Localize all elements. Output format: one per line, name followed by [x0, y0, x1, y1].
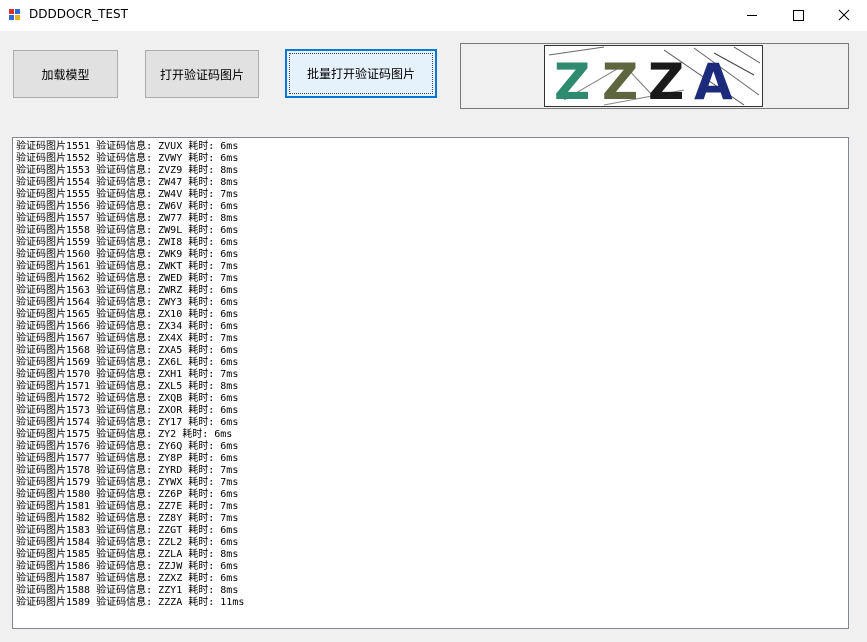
log-line: 验证码图片1570 验证码信息: ZXH1 耗时: 7ms [16, 369, 239, 380]
minimize-icon [747, 15, 757, 16]
log-line: 验证码图片1554 验证码信息: ZW47 耗时: 8ms [16, 177, 239, 188]
captcha-image: ZZZA [544, 45, 763, 107]
log-line: 验证码图片1569 验证码信息: ZX6L 耗时: 6ms [16, 357, 239, 368]
close-button[interactable] [821, 0, 867, 31]
app-window-icon[interactable] [9, 9, 21, 21]
log-lines: 验证码图片1551 验证码信息: ZVUX 耗时: 6ms 验证码图片1552 验… [14, 141, 244, 609]
captcha-char: Z [648, 53, 684, 107]
log-line: 验证码图片1589 验证码信息: ZZZA 耗时: 11ms [16, 597, 245, 608]
log-line: 验证码图片1578 验证码信息: ZYRD 耗时: 7ms [16, 465, 239, 476]
log-line: 验证码图片1574 验证码信息: ZY17 耗时: 6ms [16, 417, 239, 428]
log-line: 验证码图片1581 验证码信息: ZZ7E 耗时: 7ms [16, 501, 239, 512]
log-line: 验证码图片1566 验证码信息: ZX34 耗时: 6ms [16, 321, 239, 332]
log-line: 验证码图片1584 验证码信息: ZZL2 耗时: 6ms [16, 537, 239, 548]
captcha-char: Z [602, 53, 638, 107]
log-line: 验证码图片1575 验证码信息: ZY2 耗时: 6ms [16, 429, 233, 440]
log-line: 验证码图片1553 验证码信息: ZVZ9 耗时: 8ms [16, 165, 239, 176]
log-line: 验证码图片1568 验证码信息: ZXA5 耗时: 6ms [16, 345, 239, 356]
log-line: 验证码图片1567 验证码信息: ZX4X 耗时: 7ms [16, 333, 239, 344]
log-line: 验证码图片1558 验证码信息: ZW9L 耗时: 6ms [16, 225, 239, 236]
log-line: 验证码图片1576 验证码信息: ZY6Q 耗时: 6ms [16, 441, 239, 452]
log-line: 验证码图片1573 验证码信息: ZXOR 耗时: 6ms [16, 405, 239, 416]
log-line: 验证码图片1565 验证码信息: ZX10 耗时: 6ms [16, 309, 239, 320]
log-line: 验证码图片1585 验证码信息: ZZLA 耗时: 8ms [16, 549, 239, 560]
log-line: 验证码图片1577 验证码信息: ZY8P 耗时: 6ms [16, 453, 239, 464]
log-line: 验证码图片1583 验证码信息: ZZGT 耗时: 6ms [16, 525, 239, 536]
maximize-button[interactable] [775, 0, 821, 31]
log-line: 验证码图片1579 验证码信息: ZYWX 耗时: 7ms [16, 477, 239, 488]
title-bar: DDDDOCR_TEST [0, 0, 867, 31]
captcha-char: Z [554, 53, 590, 107]
log-line: 验证码图片1587 验证码信息: ZZXZ 耗时: 6ms [16, 573, 239, 584]
log-line: 验证码图片1564 验证码信息: ZWY3 耗时: 6ms [16, 297, 239, 308]
maximize-icon [793, 10, 804, 21]
load-model-button[interactable]: 加载模型 [13, 50, 118, 98]
captcha-char: A [694, 53, 733, 107]
log-line: 验证码图片1580 验证码信息: ZZ6P 耗时: 6ms [16, 489, 239, 500]
log-line: 验证码图片1582 验证码信息: ZZ8Y 耗时: 7ms [16, 513, 239, 524]
log-line: 验证码图片1561 验证码信息: ZWKT 耗时: 7ms [16, 261, 239, 272]
log-line: 验证码图片1552 验证码信息: ZVWY 耗时: 6ms [16, 153, 239, 164]
window-title: DDDDOCR_TEST [29, 7, 128, 21]
minimize-button[interactable] [729, 0, 775, 31]
log-line: 验证码图片1563 验证码信息: ZWRZ 耗时: 6ms [16, 285, 239, 296]
log-line: 验证码图片1555 验证码信息: ZW4V 耗时: 7ms [16, 189, 239, 200]
log-line: 验证码图片1572 验证码信息: ZXQB 耗时: 6ms [16, 393, 239, 404]
load-model-label: 加载模型 [41, 67, 90, 82]
log-line: 验证码图片1556 验证码信息: ZW6V 耗时: 6ms [16, 201, 239, 212]
log-line: 验证码图片1551 验证码信息: ZVUX 耗时: 6ms [16, 141, 239, 152]
log-line: 验证码图片1557 验证码信息: ZW77 耗时: 8ms [16, 213, 239, 224]
log-line: 验证码图片1559 验证码信息: ZWI8 耗时: 6ms [16, 237, 239, 248]
log-line: 验证码图片1586 验证码信息: ZZJW 耗时: 6ms [16, 561, 239, 572]
log-line: 验证码图片1562 验证码信息: ZWED 耗时: 7ms [16, 273, 239, 284]
close-icon [838, 9, 850, 21]
batch-open-captcha-label: 批量打开验证码图片 [306, 67, 415, 81]
log-textbox[interactable]: 验证码图片1551 验证码信息: ZVUX 耗时: 6ms 验证码图片1552 验… [12, 137, 849, 629]
batch-open-captcha-button[interactable]: 批量打开验证码图片 [285, 49, 437, 98]
log-line: 验证码图片1571 验证码信息: ZXL5 耗时: 8ms [16, 381, 239, 392]
open-captcha-button[interactable]: 打开验证码图片 [145, 50, 259, 98]
log-line: 验证码图片1560 验证码信息: ZWK9 耗时: 6ms [16, 249, 239, 260]
open-captcha-label: 打开验证码图片 [159, 67, 244, 82]
log-line: 验证码图片1588 验证码信息: ZZY1 耗时: 8ms [16, 585, 239, 596]
